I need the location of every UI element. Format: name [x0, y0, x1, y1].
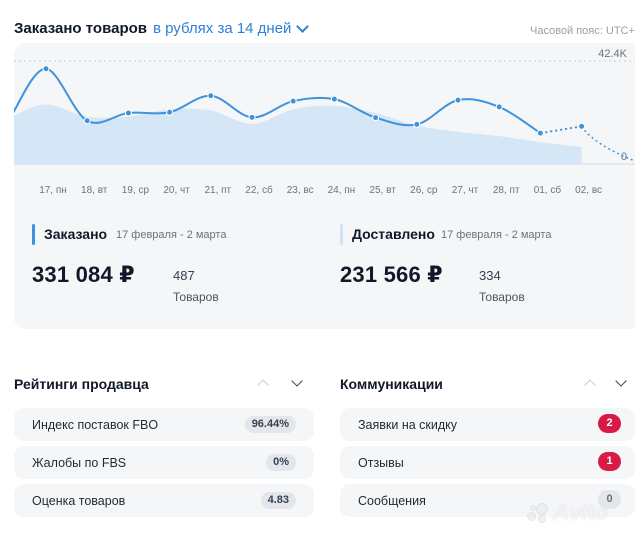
- y-tick-label: 42.4K: [598, 48, 627, 60]
- period-dropdown-label: в рублях за 14 дней: [153, 20, 292, 37]
- delivered-legend-bar: [340, 224, 343, 245]
- ordered-point: [372, 114, 380, 122]
- ordered-point: [495, 103, 503, 111]
- rating-row-fbo[interactable]: Индекс поставок FBO 96.44%: [14, 408, 314, 441]
- ordered-point: [248, 113, 256, 121]
- x-tick-label: 20, чт: [163, 185, 190, 196]
- ratings-title: Рейтинги продавца: [14, 376, 149, 392]
- ordered-point: [578, 122, 586, 130]
- rating-label: Индекс поставок FBO: [32, 418, 159, 432]
- rating-label: Жалобы по FBS: [32, 456, 127, 470]
- x-tick-label: 22, сб: [245, 184, 273, 196]
- rating-label: Оценка товаров: [32, 494, 126, 508]
- rating-value: 96.44%: [244, 416, 296, 433]
- communication-row-reviews[interactable]: Отзывы 1: [340, 446, 635, 479]
- x-tick-label: 25, вт: [369, 185, 396, 196]
- period-dropdown[interactable]: в рублях за 14 дней: [153, 19, 310, 37]
- delivered-label: Доставлено: [352, 226, 435, 242]
- x-tick-label: 02, вс: [575, 185, 602, 196]
- ordered-point: [536, 129, 544, 137]
- delivered-count-label: Товаров: [479, 290, 525, 304]
- orders-chart: 42.4K017, пн 18, вт 19, ср 20, чт 21, пт 22, …: [14, 48, 635, 196]
- ordered-point: [83, 117, 91, 125]
- avito-watermark: Avito: [527, 500, 608, 526]
- x-tick-label: 19, ср: [122, 185, 150, 196]
- count-badge: 2: [598, 414, 621, 433]
- x-tick-label: 17, пн: [39, 185, 67, 196]
- ordered-point: [289, 97, 297, 105]
- x-tick-label: 28, пт: [493, 185, 520, 196]
- rating-value: 4.83: [260, 492, 296, 509]
- timezone-label: Часовой пояс: UTC+: [530, 25, 635, 37]
- ordered-point: [454, 96, 462, 104]
- x-tick-label: 21, пт: [204, 185, 231, 196]
- communication-label: Сообщения: [358, 494, 426, 508]
- count-badge: 1: [598, 452, 621, 471]
- watermark-text: Avito: [553, 500, 608, 525]
- ordered-line-dotted: [540, 125, 582, 135]
- ordered-count: 487: [173, 268, 195, 283]
- rating-row-fbs[interactable]: Жалобы по FBS 0%: [14, 446, 314, 479]
- communications-title: Коммуникации: [340, 376, 443, 392]
- rating-row-products[interactable]: Оценка товаров 4.83: [14, 484, 314, 517]
- delivered-area: [14, 104, 582, 164]
- chevron-down-icon: [296, 19, 310, 33]
- chevron-down-icon[interactable]: [291, 375, 303, 387]
- orders-card: 42.4K 0 17, пн 18, вт 19, ср 20, чт 21, пт 22, …: [14, 43, 635, 329]
- ordered-amount: 331 084 ₽: [32, 262, 135, 287]
- ordered-point: [124, 109, 132, 117]
- ordered-point: [166, 108, 174, 116]
- ordered-point: [42, 65, 50, 73]
- rating-value: 0%: [266, 454, 296, 471]
- x-tick-label: 24, пн: [328, 185, 356, 196]
- ordered-legend-bar: [32, 224, 35, 245]
- ordered-label: Заказано: [44, 226, 108, 242]
- x-tick-label: 26, ср: [410, 185, 438, 196]
- x-tick-label: 27, чт: [452, 185, 479, 196]
- ordered-point: [413, 120, 421, 128]
- delivered-amount: 231 566 ₽: [340, 262, 443, 287]
- chart-title: Заказано товаров: [14, 20, 147, 37]
- ordered-dates: 17 февраля - 2 марта: [116, 229, 227, 241]
- x-tick-label: 23, вс: [287, 185, 314, 196]
- x-tick-label: 01, сб: [534, 184, 562, 196]
- chevron-up-icon[interactable]: [257, 379, 269, 391]
- ordered-point: [207, 92, 215, 100]
- delivered-dates: 17 февраля - 2 марта: [441, 229, 552, 241]
- chart-header: Заказано товаров в рублях за 14 дней: [14, 19, 310, 37]
- chevron-up-icon[interactable]: [584, 379, 596, 391]
- delivered-count: 334: [479, 268, 501, 283]
- chevron-down-icon[interactable]: [615, 375, 627, 387]
- communication-label: Заявки на скидку: [358, 418, 458, 432]
- communication-label: Отзывы: [358, 456, 404, 470]
- ordered-point: [330, 95, 338, 103]
- avito-logo-icon: [527, 502, 549, 524]
- x-tick-label: 18, вт: [81, 185, 108, 196]
- communication-row-discounts[interactable]: Заявки на скидку 2: [340, 408, 635, 441]
- ordered-count-label: Товаров: [173, 290, 219, 304]
